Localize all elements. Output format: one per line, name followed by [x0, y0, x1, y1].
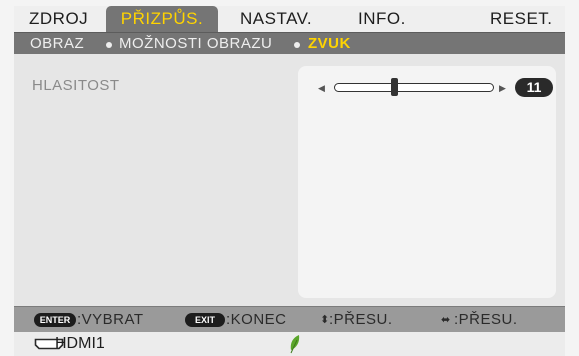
key-hint-bar: ENTER :VYBRAT EXIT :KONEC ⬍ :PŘESU. ⬌ :P…	[14, 306, 565, 332]
decrease-arrow-icon[interactable]: ◀	[318, 83, 325, 93]
volume-value-panel: ◀ ▶ 11	[298, 66, 556, 298]
breadcrumb-zvuk[interactable]: ZVUK	[308, 35, 351, 52]
volume-value: 11	[515, 78, 553, 97]
increase-arrow-icon[interactable]: ▶	[499, 83, 506, 93]
breadcrumb-moznosti-obrazu[interactable]: MOŽNOSTI OBRAZU	[119, 35, 272, 52]
breadcrumb-obraz[interactable]: OBRAZ	[30, 35, 84, 52]
input-source: HDMI1	[55, 335, 105, 352]
breadcrumb-separator	[106, 42, 112, 48]
breadcrumb: OBRAZ MOŽNOSTI OBRAZU ZVUK	[14, 32, 565, 54]
enter-key-badge: ENTER	[34, 313, 76, 327]
tab-info[interactable]: INFO.	[358, 6, 406, 32]
updown-hint: :PŘESU.	[329, 311, 393, 328]
onscreen-menu: ZDROJ PŘIZPŮS. NASTAV. INFO. RESET. OBRA…	[0, 0, 579, 356]
status-bar: HDMI1	[14, 332, 565, 356]
tab-prizpus[interactable]: PŘIZPŮS.	[106, 6, 218, 32]
menu-tab-bar: ZDROJ PŘIZPŮS. NASTAV. INFO. RESET.	[14, 6, 565, 32]
settings-panel: HLASITOST ◀ ▶ 11	[14, 54, 565, 306]
tab-reset[interactable]: RESET.	[490, 6, 553, 32]
leaf-icon	[290, 335, 300, 354]
left-right-arrows-icon: ⬌	[441, 314, 451, 326]
volume-slider-thumb[interactable]	[391, 78, 399, 96]
tab-zdroj[interactable]: ZDROJ	[29, 6, 88, 32]
exit-hint: :KONEC	[226, 311, 287, 328]
breadcrumb-separator	[294, 42, 300, 48]
up-down-arrows-icon: ⬍	[320, 314, 330, 326]
exit-key-badge: EXIT	[185, 313, 225, 327]
enter-hint: :VYBRAT	[77, 311, 144, 328]
leftright-hint: :PŘESU.	[454, 311, 518, 328]
tab-nastav[interactable]: NASTAV.	[240, 6, 312, 32]
volume-label[interactable]: HLASITOST	[32, 77, 120, 94]
volume-slider[interactable]	[334, 83, 494, 92]
